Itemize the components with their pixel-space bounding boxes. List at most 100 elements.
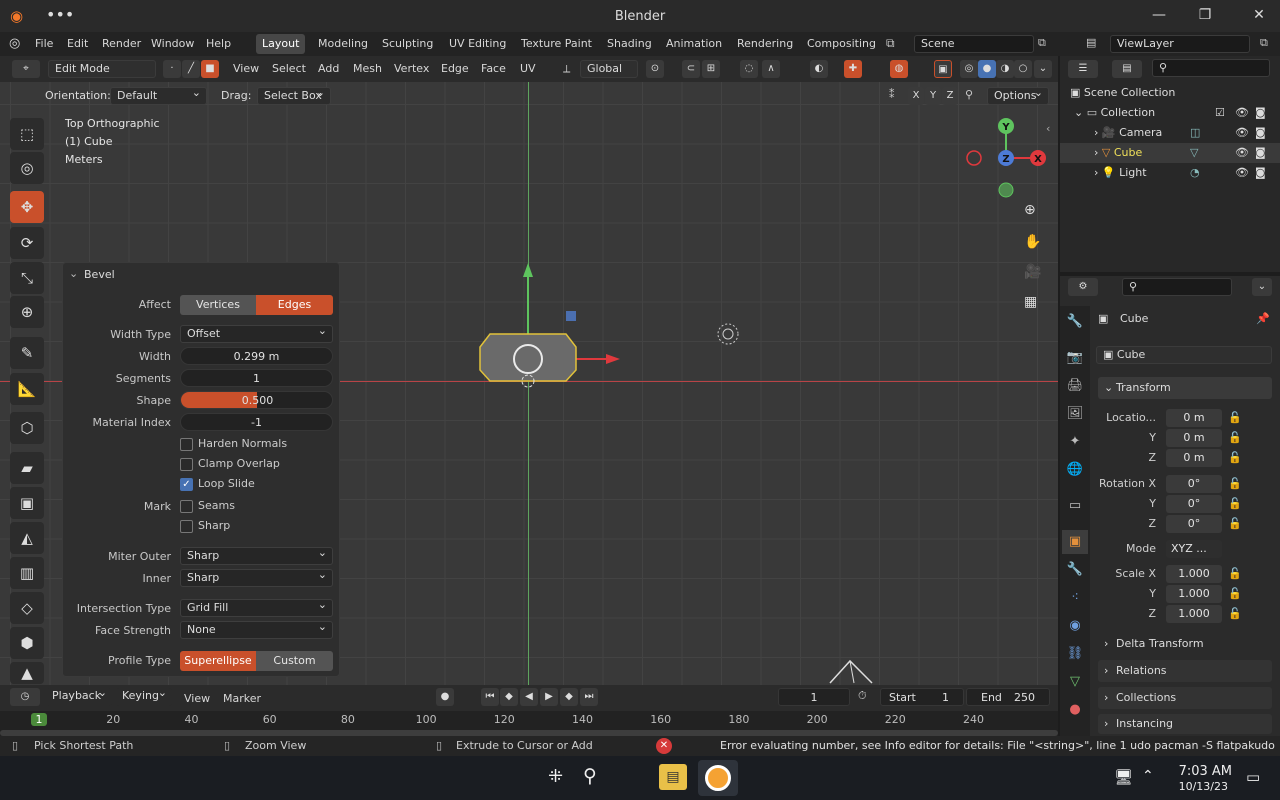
start-frame-field[interactable]: Start 1 xyxy=(880,688,964,706)
properties-editor-type-icon[interactable]: ⚙ xyxy=(1068,278,1098,296)
menu-window[interactable]: Window xyxy=(151,37,194,50)
object-name-field[interactable]: ▣ Cube xyxy=(1096,346,1272,364)
editor-type-icon[interactable]: ⌖ xyxy=(12,60,40,78)
mirror-y-button[interactable]: Y xyxy=(925,87,941,105)
material-tab-icon[interactable]: ● xyxy=(1062,698,1088,722)
tab-modeling[interactable]: Modeling xyxy=(312,34,374,54)
menu-file[interactable]: File xyxy=(35,37,53,50)
poly-build-tool-icon[interactable]: ⬢ xyxy=(10,627,44,659)
particles-tab-icon[interactable]: ⁖ xyxy=(1062,586,1088,610)
face-select-icon[interactable]: ■ xyxy=(201,60,219,78)
mirror-x-button[interactable]: X xyxy=(908,87,924,105)
scene-field[interactable]: Scene xyxy=(914,35,1034,53)
viewlayer-field[interactable]: ViewLayer xyxy=(1110,35,1250,53)
rotation-y-field[interactable]: 0° xyxy=(1166,495,1222,513)
tab-uv-editing[interactable]: UV Editing xyxy=(443,34,512,54)
width-type-dropdown[interactable]: Offset xyxy=(180,323,333,343)
jump-start-icon[interactable]: ⏮ xyxy=(481,688,499,706)
tab-layout[interactable]: Layout xyxy=(256,34,306,54)
collapse-chevron-icon[interactable]: ⌄ xyxy=(69,267,78,280)
tab-shading[interactable]: Shading xyxy=(601,34,658,54)
add-cube-tool-icon[interactable]: ⬡ xyxy=(10,412,44,444)
collections-section[interactable]: › Collections xyxy=(1098,687,1272,709)
location-z-field[interactable]: 0 m xyxy=(1166,449,1222,467)
annotate-tool-icon[interactable]: ✎ xyxy=(10,337,44,369)
blender-menu-icon[interactable]: ◎ xyxy=(9,36,20,51)
lock-icon[interactable]: 🔓 xyxy=(1228,587,1242,600)
rendered-shading-icon[interactable]: ○ xyxy=(1014,60,1032,78)
collection-tab-icon[interactable]: ▭ xyxy=(1062,494,1088,518)
tab-sculpting[interactable]: Sculpting xyxy=(376,34,439,54)
delta-transform-section[interactable]: › Delta Transform xyxy=(1098,633,1272,655)
mark-sharp-checkbox[interactable]: Sharp xyxy=(180,519,230,533)
select-box-tool-icon[interactable]: ⬚ xyxy=(10,118,44,150)
mode-dropdown[interactable]: Edit Mode xyxy=(48,60,156,78)
new-viewlayer-icon[interactable]: ⧉ xyxy=(1260,36,1268,50)
properties-options-icon[interactable]: ⌄ xyxy=(1252,278,1272,296)
rotation-z-field[interactable]: 0° xyxy=(1166,515,1222,533)
lock-icon[interactable]: 🔓 xyxy=(1228,567,1242,580)
workspaces-icon[interactable]: ⁜ xyxy=(548,766,563,787)
width-field[interactable]: 0.299 m xyxy=(180,347,333,365)
collection-eye-icon[interactable]: 👁 xyxy=(1235,103,1249,123)
orientation-dropdown[interactable]: Default xyxy=(110,85,207,105)
pin-icon[interactable]: 📌 xyxy=(1256,312,1270,325)
outliner-item-camera[interactable]: › 🎥 Camera ◫ 👁 ◙ xyxy=(1060,123,1280,143)
scale-y-field[interactable]: 1.000 xyxy=(1166,585,1222,603)
timeline-marker-menu[interactable]: Marker xyxy=(223,690,261,708)
next-keyframe-icon[interactable]: ◆ xyxy=(560,688,578,706)
maximize-button[interactable]: ❐ xyxy=(1192,4,1218,26)
outliner-display-mode-icon[interactable]: ▤ xyxy=(1112,60,1142,78)
rotation-x-field[interactable]: 0° xyxy=(1166,475,1222,493)
menu-select[interactable]: Select xyxy=(272,60,306,78)
camera-render-icon[interactable]: ◙ xyxy=(1255,123,1266,143)
shading-options-icon[interactable]: ⌄ xyxy=(1034,60,1052,78)
options-dropdown[interactable]: Options xyxy=(987,85,1049,105)
keying-menu[interactable]: Keying xyxy=(116,685,172,706)
inset-tool-icon[interactable]: ▣ xyxy=(10,487,44,519)
lock-icon[interactable]: 🔓 xyxy=(1228,497,1242,510)
menu-vertex[interactable]: Vertex xyxy=(394,60,429,78)
rotate-tool-icon[interactable]: ⟳ xyxy=(10,227,44,259)
stopwatch-icon[interactable]: ⏱ xyxy=(858,689,867,703)
lock-icon[interactable]: 🔓 xyxy=(1228,451,1242,464)
collapse-sidebar-icon[interactable]: ‹ xyxy=(1046,122,1050,135)
light-render-icon[interactable]: ◙ xyxy=(1255,163,1266,183)
menu-edge[interactable]: Edge xyxy=(441,60,469,78)
play-icon[interactable]: ▶ xyxy=(540,688,558,706)
scale-tool-icon[interactable]: ⤡ xyxy=(10,262,44,294)
cube-render-icon[interactable]: ◙ xyxy=(1255,143,1266,163)
snap-icon[interactable]: ⊂ xyxy=(682,60,700,78)
miter-outer-dropdown[interactable]: Sharp xyxy=(180,545,333,565)
drag-dropdown[interactable]: Select Box xyxy=(257,85,331,105)
cursor-tool-icon[interactable]: ◎ xyxy=(10,152,44,184)
bevel-tool-icon[interactable]: ◭ xyxy=(10,522,44,554)
relations-section[interactable]: › Relations xyxy=(1098,660,1272,682)
error-message[interactable]: Error evaluating number, see Info editor… xyxy=(720,739,1278,752)
jump-end-icon[interactable]: ⏭ xyxy=(580,688,598,706)
tab-compositing[interactable]: Compositing xyxy=(801,34,882,54)
tool-tab-icon[interactable]: 🔧 xyxy=(1062,310,1088,334)
scale-x-field[interactable]: 1.000 xyxy=(1166,565,1222,583)
knife-tool-icon[interactable]: ◇ xyxy=(10,592,44,624)
affect-vertices-button[interactable]: Vertices xyxy=(180,295,256,315)
viewlayer-icon[interactable]: ▤ xyxy=(1086,36,1096,49)
rotation-mode-dropdown[interactable]: XYZ ... xyxy=(1166,540,1222,558)
intersection-type-dropdown[interactable]: Grid Fill xyxy=(180,597,333,617)
lock-icon[interactable]: 🔓 xyxy=(1228,477,1242,490)
lock-icon[interactable]: 🔓 xyxy=(1228,431,1242,444)
tab-animation[interactable]: Animation xyxy=(660,34,728,54)
timeline-view-menu[interactable]: View xyxy=(184,690,210,708)
render-tab-icon[interactable]: 📷 xyxy=(1062,346,1088,370)
snap-target-icon[interactable]: ⊞ xyxy=(702,60,720,78)
object-tab-icon[interactable]: ▣ xyxy=(1062,530,1088,554)
spin-tool-icon[interactable]: ▲ xyxy=(10,662,44,684)
menu-uv[interactable]: UV xyxy=(520,60,536,78)
pivot-icon[interactable]: ⊙ xyxy=(646,60,664,78)
extrude-tool-icon[interactable]: ▰ xyxy=(10,452,44,484)
lock-icon[interactable]: 🔓 xyxy=(1228,607,1242,620)
material-index-field[interactable]: -1 xyxy=(180,413,333,431)
outliner-search-input[interactable]: ⚲ xyxy=(1152,59,1270,77)
transform-tool-icon[interactable]: ⊕ xyxy=(10,296,44,328)
tab-texture-paint[interactable]: Texture Paint xyxy=(515,34,598,54)
